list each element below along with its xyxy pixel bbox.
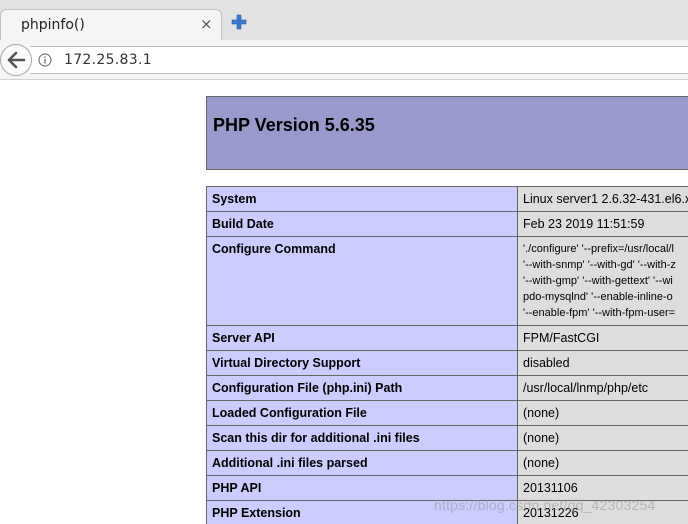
row-value: (none)	[517, 425, 688, 451]
row-value: (none)	[517, 450, 688, 476]
tab-phpinfo[interactable]: phpinfo() ×	[0, 9, 222, 40]
table-row: Loaded Configuration File (none)	[206, 400, 688, 426]
tab-strip: phpinfo() ×	[0, 0, 688, 41]
table-row: Configure Command './configure' '--prefi…	[206, 236, 688, 326]
table-row: System Linux server1 2.6.32-431.el6.x	[206, 186, 688, 212]
row-value: /usr/local/lnmp/php/etc	[517, 375, 688, 401]
url-text[interactable]: 172.25.83.1	[64, 52, 152, 68]
phpinfo-table: System Linux server1 2.6.32-431.el6.x Bu…	[206, 186, 688, 524]
row-value: (none)	[517, 400, 688, 426]
configure-line: './configure' '--prefix=/usr/local/l	[523, 243, 674, 255]
row-value: FPM/FastCGI	[517, 325, 688, 351]
row-value: Linux server1 2.6.32-431.el6.x	[517, 186, 688, 212]
configure-line: pdo-mysqlnd' '--enable-inline-o	[523, 291, 673, 303]
configure-line: '--enable-fpm' '--with-fpm-user=	[523, 307, 676, 319]
url-bar[interactable]: 172.25.83.1	[30, 46, 688, 74]
row-label: Additional .ini files parsed	[206, 450, 518, 476]
table-row: Server API FPM/FastCGI	[206, 325, 688, 351]
row-label: Loaded Configuration File	[206, 400, 518, 426]
back-arrow-icon	[7, 51, 26, 69]
tab-title: phpinfo()	[21, 17, 85, 33]
close-icon[interactable]: ×	[200, 15, 213, 33]
php-version-title: PHP Version 5.6.35	[213, 115, 375, 135]
page-content: PHP Version 5.6.35 System Linux server1 …	[0, 81, 688, 524]
table-row: Build Date Feb 23 2019 11:51:59	[206, 211, 688, 237]
row-label: Virtual Directory Support	[206, 350, 518, 376]
row-label: Server API	[206, 325, 518, 351]
version-header: PHP Version 5.6.35	[206, 96, 688, 170]
row-label: System	[206, 186, 518, 212]
row-value: disabled	[517, 350, 688, 376]
info-icon[interactable]	[38, 53, 52, 67]
table-row: Additional .ini files parsed (none)	[206, 450, 688, 476]
configure-line: '--with-gmp' '--with-gettext' '--wi	[523, 275, 673, 287]
table-row: Virtual Directory Support disabled	[206, 350, 688, 376]
table-row: Scan this dir for additional .ini files …	[206, 425, 688, 451]
configure-line: '--with-snmp' '--with-gd' '--with-z	[523, 259, 676, 271]
row-label: Build Date	[206, 211, 518, 237]
table-row: Configuration File (php.ini) Path /usr/l…	[206, 375, 688, 401]
configure-command-value: './configure' '--prefix=/usr/local/l '--…	[517, 236, 688, 326]
new-tab-plus-icon[interactable]	[230, 13, 248, 31]
csdn-watermark: https://blog.csdn.net/qq_42303254	[434, 497, 656, 513]
row-label: Scan this dir for additional .ini files	[206, 425, 518, 451]
row-label: Configure Command	[206, 236, 518, 326]
row-label: Configuration File (php.ini) Path	[206, 375, 518, 401]
back-button[interactable]	[0, 44, 32, 76]
navigation-bar: 172.25.83.1	[0, 40, 688, 80]
row-value: Feb 23 2019 11:51:59	[517, 211, 688, 237]
